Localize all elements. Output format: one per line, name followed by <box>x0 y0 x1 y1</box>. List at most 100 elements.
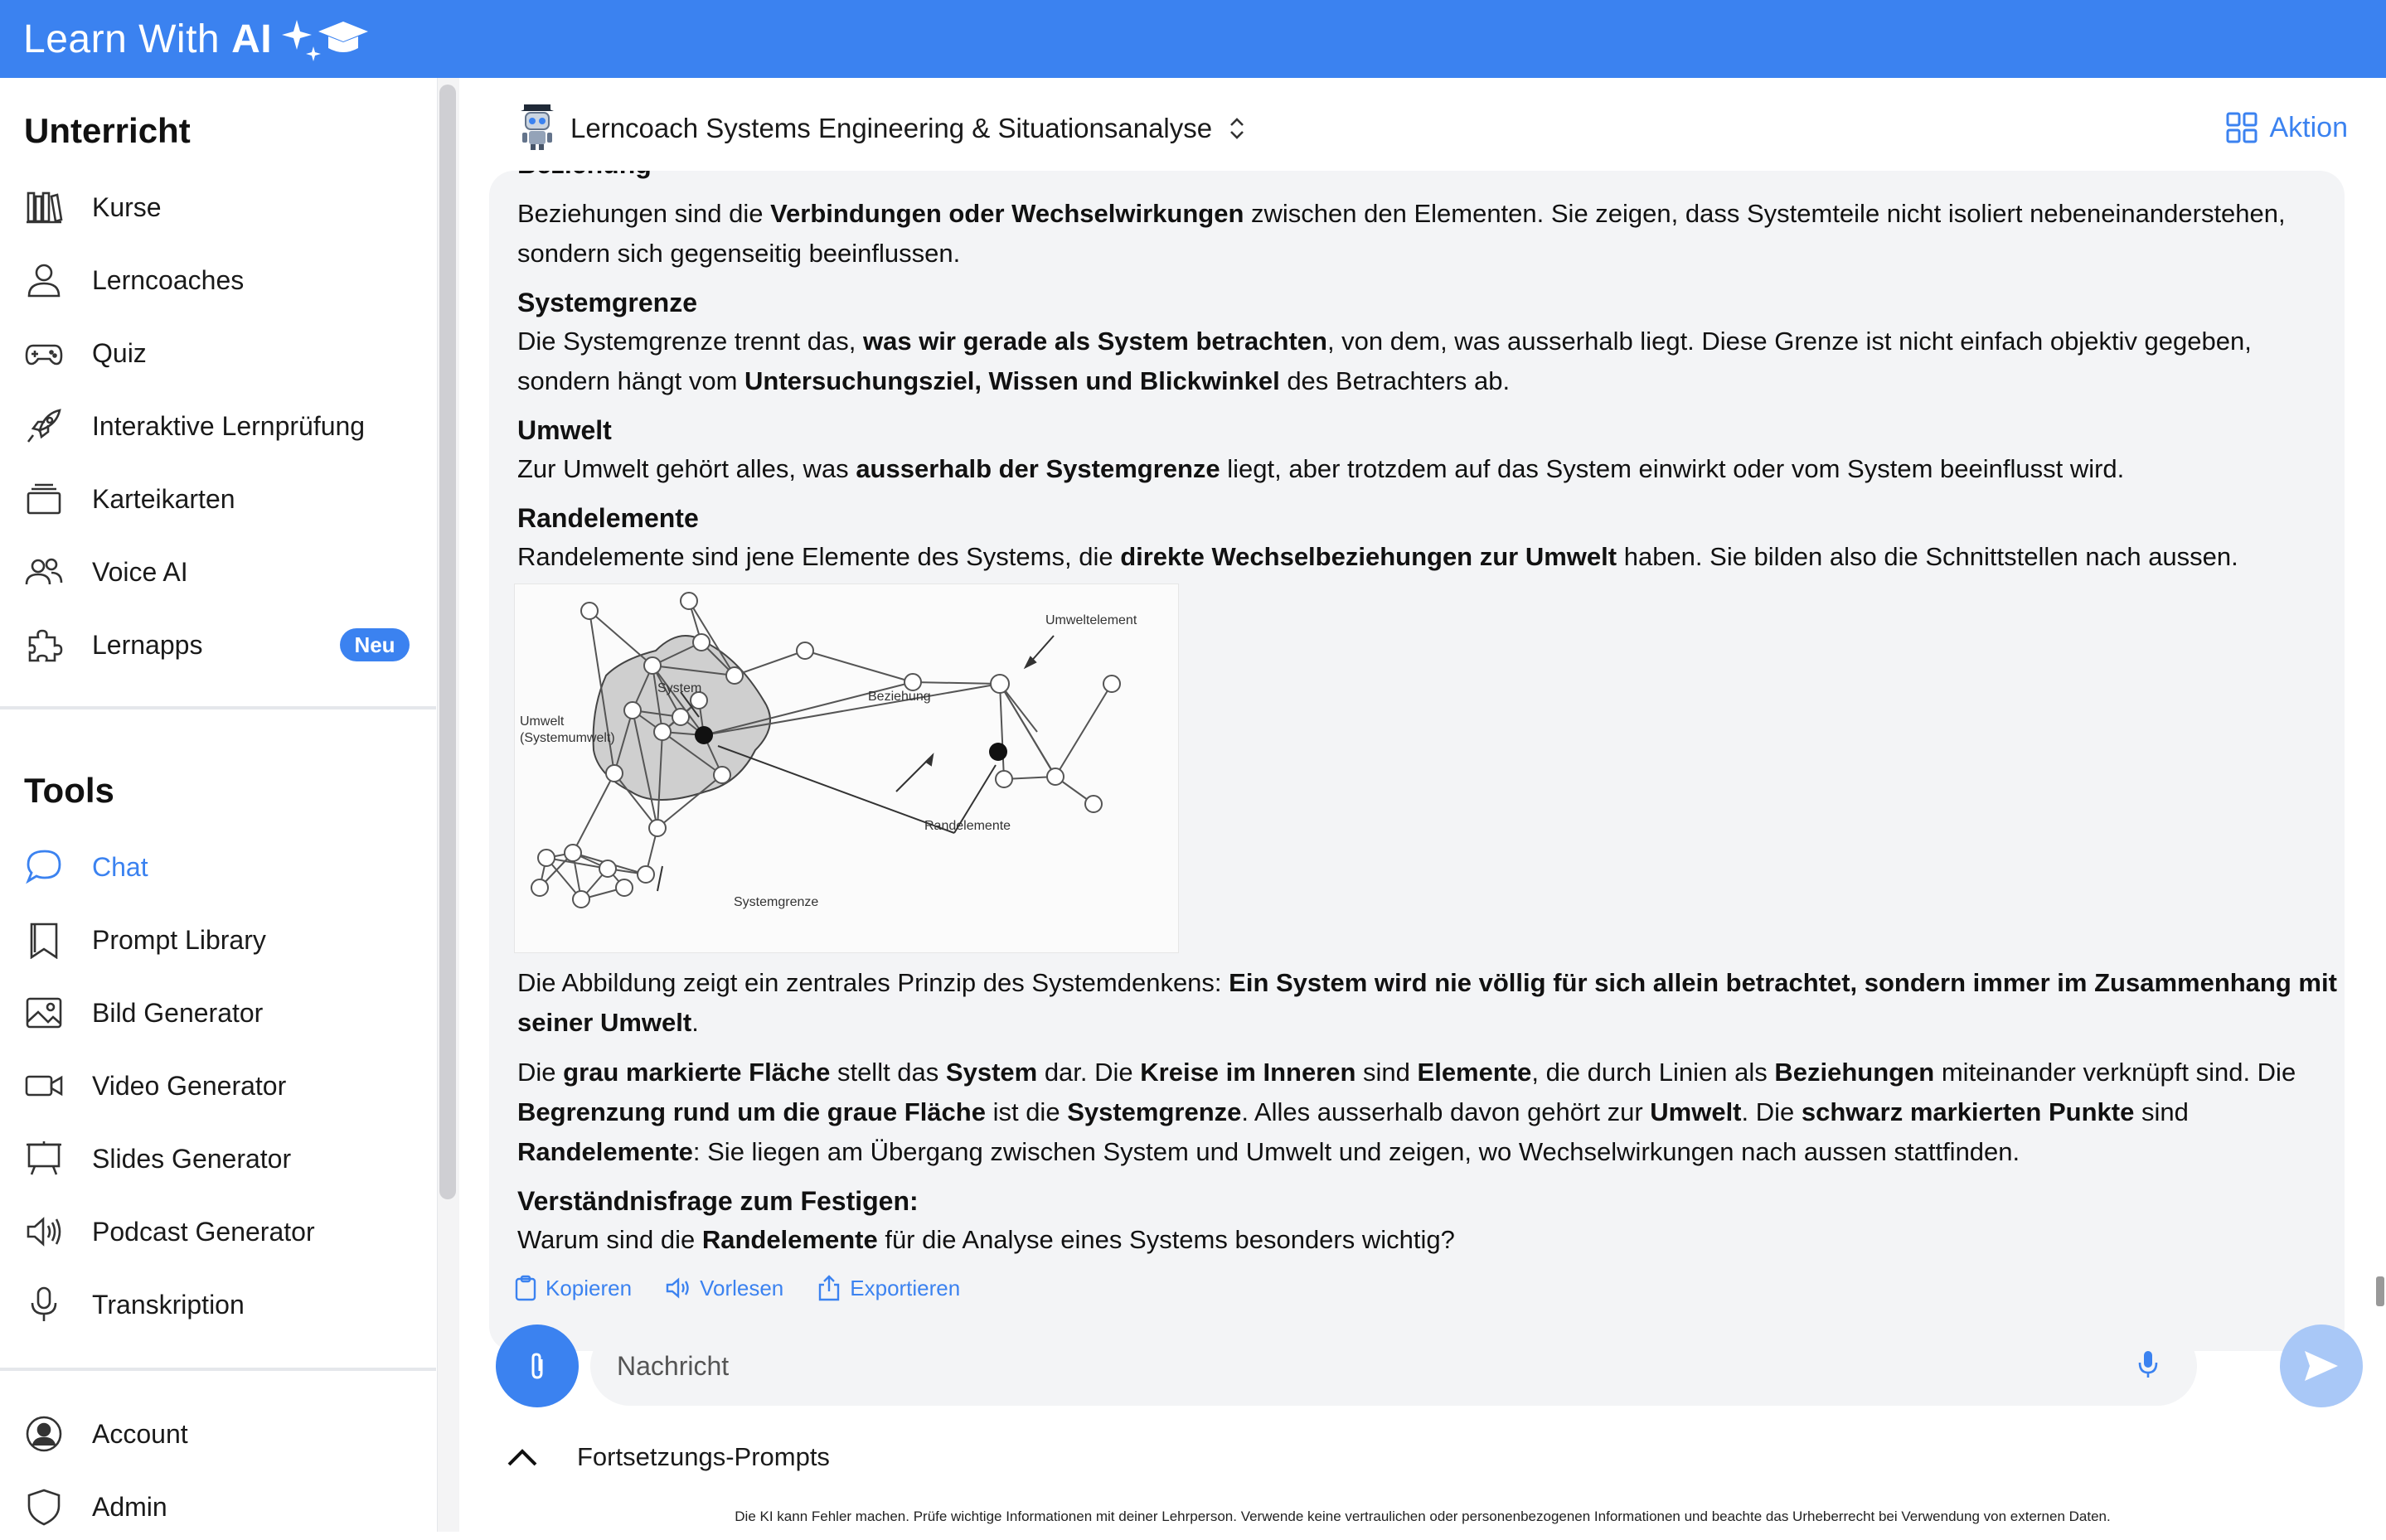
graduation-cap-sparkle-icon <box>282 20 369 61</box>
speaker-icon <box>666 1277 689 1299</box>
sidebar-item-kurse[interactable]: Kurse <box>0 174 438 240</box>
sidebar-item-label: Video Generator <box>92 1070 287 1101</box>
heading-systemgrenze: Systemgrenze <box>517 288 697 317</box>
microphone-icon[interactable] <box>2137 1349 2159 1386</box>
sidebar-item-label: Bild Generator <box>92 997 264 1028</box>
sidebar-item-admin[interactable]: Admin <box>0 1474 438 1540</box>
fortsetzungs-prompts-toggle[interactable]: Fortsetzungs-Prompts <box>506 1442 830 1472</box>
sidebar-item-prompt-library[interactable]: Prompt Library <box>0 907 438 973</box>
sidebar-item-chat[interactable]: Chat <box>0 834 438 900</box>
fortsetzungs-prompts-label: Fortsetzungs-Prompts <box>577 1442 830 1471</box>
sidebar-item-label: Chat <box>92 851 148 882</box>
sidebar-item-quiz[interactable]: Quiz <box>0 320 438 386</box>
message-input[interactable]: Nachricht <box>590 1326 2197 1406</box>
send-icon <box>2305 1351 2338 1381</box>
user-icon <box>25 261 63 299</box>
message-text-after: Die Abbildung zeigt ein zentrales Prinzi… <box>517 963 2341 1260</box>
chat-icon <box>25 848 63 886</box>
figure-label-umweltelement: Umweltelement <box>1045 613 1137 627</box>
share-icon <box>819 1275 840 1301</box>
copy-button[interactable]: Kopieren <box>514 1275 632 1301</box>
coach-selector[interactable]: Lerncoach Systems Engineering & Situatio… <box>570 113 1247 144</box>
image-icon <box>25 994 63 1032</box>
account-icon <box>25 1415 63 1453</box>
gamepad-icon <box>25 334 63 372</box>
microphone-icon <box>25 1286 63 1324</box>
chevron-up-icon <box>507 1449 537 1466</box>
paragraph: Zur Umwelt gehört alles, was ausserhalb … <box>517 454 2125 483</box>
sidebar-item-lerncoaches[interactable]: Lerncoaches <box>0 247 438 313</box>
chevron-updown-icon <box>1230 118 1244 139</box>
sidebar-item-label: Admin <box>92 1491 167 1522</box>
figure-label-randelemente: Randelemente <box>924 819 1011 833</box>
system-diagram-image: Umweltelement System Beziehung Umwelt (S… <box>514 584 1179 953</box>
clipboard-icon <box>515 1275 536 1301</box>
paperclip-icon <box>531 1353 543 1379</box>
sidebar-item-label: Interaktive Lernprüfung <box>92 410 366 441</box>
puzzle-icon <box>25 626 63 664</box>
sidebar-item-lernapps[interactable]: Lernapps Neu <box>0 612 438 678</box>
brand-logo[interactable]: Learn With AI <box>23 13 371 65</box>
robot-avatar-icon <box>521 104 554 150</box>
speaker-icon <box>25 1213 63 1251</box>
sidebar-item-label: Slides Generator <box>92 1143 292 1174</box>
figure-label-umwelt: Umwelt <box>520 714 565 729</box>
read-aloud-label: Vorlesen <box>700 1275 784 1300</box>
library-icon <box>25 188 63 226</box>
heading-verstaendnisfrage: Verständnisfrage zum Festigen: <box>517 1186 919 1216</box>
sidebar-item-label: Quiz <box>92 337 147 368</box>
sidebar-item-transkription[interactable]: Transkription <box>0 1271 438 1338</box>
sidebar-item-lernpruefung[interactable]: Interaktive Lernprüfung <box>0 393 438 459</box>
users-icon <box>25 553 63 591</box>
section-title-unterricht: Unterricht <box>24 111 191 150</box>
sidebar-scrollbar[interactable] <box>439 85 456 1199</box>
sidebar-item-karteikarten[interactable]: Karteikarten <box>0 466 438 532</box>
brand-text: Learn With <box>23 17 221 61</box>
bookmark-icon <box>25 921 63 959</box>
heading-randelemente: Randelemente <box>517 503 699 533</box>
section-title-tools: Tools <box>24 771 114 810</box>
figure-label-system: System <box>657 681 701 695</box>
copy-label: Kopieren <box>546 1275 633 1300</box>
sidebar-item-bild-generator[interactable]: Bild Generator <box>0 980 438 1046</box>
sidebar: Unterricht Kurse Lerncoaches Quiz Intera… <box>0 78 438 1532</box>
sidebar-item-label: Account <box>92 1418 188 1449</box>
grid-icon <box>2226 112 2257 143</box>
sidebar-item-account[interactable]: Account <box>0 1401 438 1467</box>
sidebar-divider <box>0 706 436 709</box>
paragraph: Warum sind die Randelemente für die Anal… <box>517 1225 1455 1254</box>
presentation-icon <box>25 1140 63 1178</box>
message-actions: Kopieren Vorlesen Exportieren <box>514 1275 960 1301</box>
sidebar-divider <box>0 1368 436 1371</box>
chat-header: Lerncoach Systems Engineering & Situatio… <box>459 78 2386 182</box>
sidebar-item-label: Lernapps <box>92 629 203 660</box>
figure-label-systemumwelt: (Systemumwelt) <box>520 731 615 745</box>
main-scrollbar[interactable] <box>2376 1276 2384 1306</box>
sidebar-item-podcast-generator[interactable]: Podcast Generator <box>0 1199 438 1265</box>
sidebar-item-label: Transkription <box>92 1289 245 1320</box>
coach-title: Lerncoach Systems Engineering & Situatio… <box>570 113 1213 143</box>
sidebar-item-label: Voice AI <box>92 556 188 587</box>
paragraph: Die Systemgrenze trennt das, was wir ger… <box>517 327 2252 395</box>
new-badge: Neu <box>340 628 410 661</box>
paragraph: Randelemente sind jene Elemente des Syst… <box>517 542 2238 571</box>
paragraph: Die grau markierte Fläche stellt das Sys… <box>517 1058 2296 1166</box>
read-aloud-button[interactable]: Vorlesen <box>665 1275 783 1301</box>
sidebar-item-label: Podcast Generator <box>92 1216 315 1247</box>
sidebar-item-slides-generator[interactable]: Slides Generator <box>0 1126 438 1192</box>
message-placeholder: Nachricht <box>617 1350 730 1381</box>
figure-label-beziehung: Beziehung <box>868 690 931 704</box>
heading-beziehung: Beziehung <box>517 171 652 180</box>
sidebar-item-voice-ai[interactable]: Voice AI <box>0 539 438 605</box>
sidebar-item-label: Lerncoaches <box>92 264 245 295</box>
ai-disclaimer: Die KI kann Fehler machen. Prüfe wichtig… <box>735 1509 2111 1524</box>
rocket-icon <box>25 407 63 445</box>
attach-button[interactable] <box>496 1324 579 1407</box>
aktion-button[interactable]: Aktion <box>2225 111 2349 144</box>
paragraph: Die Abbildung zeigt ein zentrales Prinzi… <box>517 968 2337 1037</box>
aktion-label: Aktion <box>2269 111 2349 143</box>
sidebar-item-label: Karteikarten <box>92 483 235 514</box>
send-button[interactable] <box>2280 1324 2363 1407</box>
sidebar-item-video-generator[interactable]: Video Generator <box>0 1053 438 1119</box>
export-button[interactable]: Exportieren <box>817 1275 960 1301</box>
